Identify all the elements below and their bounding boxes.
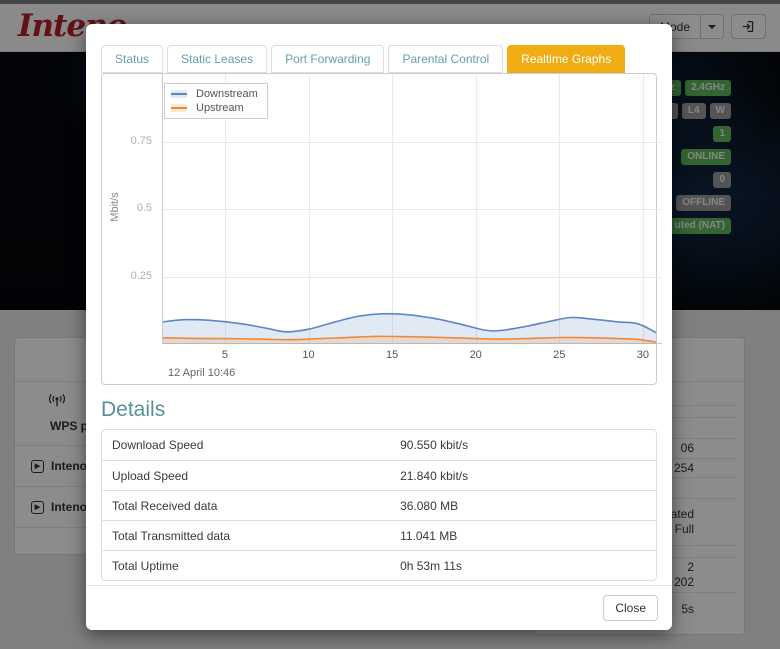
details-row-value: 21.840 kbit/s — [390, 463, 478, 489]
legend-label: Upstream — [196, 102, 244, 114]
details-row: Total Received data36.080 MB — [102, 490, 656, 520]
legend-item-downstream: Downstream — [171, 87, 258, 101]
details-row-label: Download Speed — [102, 432, 390, 458]
details-row: Total Transmitted data11.041 MB — [102, 520, 656, 550]
x-tick-label: 10 — [302, 349, 314, 361]
details-row: Total Uptime0h 53m 11s — [102, 550, 656, 580]
legend-swatch — [171, 104, 187, 112]
tab-status[interactable]: Status — [101, 45, 163, 73]
y-tick-label: 0.5 — [102, 202, 152, 214]
tab-realtime-graphs[interactable]: Realtime Graphs — [507, 45, 625, 73]
details-row-value: 0h 53m 11s — [390, 553, 472, 579]
legend-swatch-line — [171, 93, 187, 95]
traffic-chart: Mbit/s 0.250.50.75 DownstreamUpstream 12… — [101, 73, 657, 385]
x-tick-label: 30 — [637, 349, 649, 361]
modal-footer: Close — [86, 585, 672, 630]
tab-port-forwarding[interactable]: Port Forwarding — [271, 45, 384, 73]
realtime-graphs-modal: StatusStatic LeasesPort ForwardingParent… — [86, 24, 672, 630]
details-row-label: Total Transmitted data — [102, 523, 390, 549]
x-tick-label: 15 — [386, 349, 398, 361]
legend-swatch-line — [171, 107, 187, 109]
details-row: Download Speed90.550 kbit/s — [102, 430, 656, 460]
details-row: Upload Speed21.840 kbit/s — [102, 460, 656, 490]
details-row-value: 90.550 kbit/s — [390, 432, 478, 458]
details-row-label: Total Uptime — [102, 553, 390, 579]
details-row-value: 36.080 MB — [390, 493, 468, 519]
x-tick-label: 25 — [553, 349, 565, 361]
details-heading: Details — [101, 398, 657, 422]
x-tick-label: 20 — [470, 349, 482, 361]
details-table: Download Speed90.550 kbit/sUpload Speed2… — [101, 429, 657, 581]
chart-plot-area: DownstreamUpstream 12 April 10:46 510152… — [162, 74, 662, 344]
close-button[interactable]: Close — [603, 595, 658, 621]
details-row-label: Upload Speed — [102, 463, 390, 489]
y-tick-label: 0.25 — [102, 270, 152, 282]
legend-item-upstream: Upstream — [171, 101, 258, 115]
legend-swatch — [171, 90, 187, 98]
modal-tabs: StatusStatic LeasesPort ForwardingParent… — [101, 45, 657, 73]
y-tick-label: 0.75 — [102, 135, 152, 147]
details-row-value: 11.041 MB — [390, 523, 467, 549]
x-tick-label: 5 — [222, 349, 228, 361]
chart-legend: Downstream Upstream — [164, 83, 268, 119]
legend-label: Downstream — [196, 88, 258, 100]
chart-x-axis-note: 12 April 10:46 — [168, 367, 235, 379]
tab-parental-control[interactable]: Parental Control — [388, 45, 503, 73]
details-row-label: Total Received data — [102, 493, 390, 519]
tab-static-leases[interactable]: Static Leases — [167, 45, 267, 73]
